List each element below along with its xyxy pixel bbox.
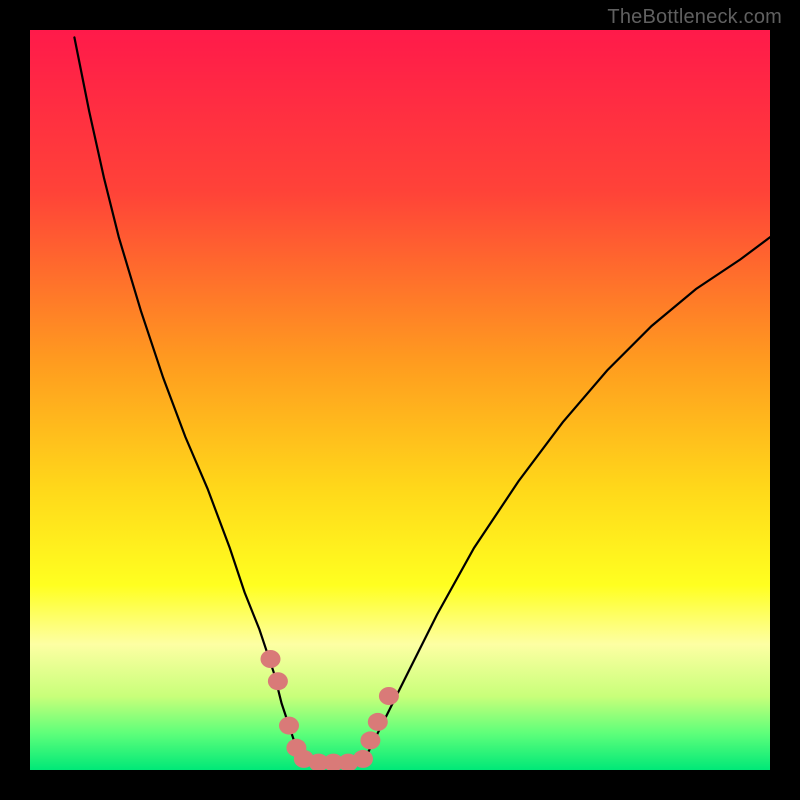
marker-dot xyxy=(379,687,399,705)
marker-dot xyxy=(268,672,288,690)
marker-dot xyxy=(279,717,299,735)
chart-frame xyxy=(30,30,770,770)
marker-dot xyxy=(368,713,388,731)
marker-dot xyxy=(353,750,373,768)
chart-canvas xyxy=(30,30,770,770)
marker-dot xyxy=(261,650,281,668)
chart-background xyxy=(30,30,770,770)
watermark-text: TheBottleneck.com xyxy=(607,6,782,29)
marker-dot xyxy=(360,731,380,749)
